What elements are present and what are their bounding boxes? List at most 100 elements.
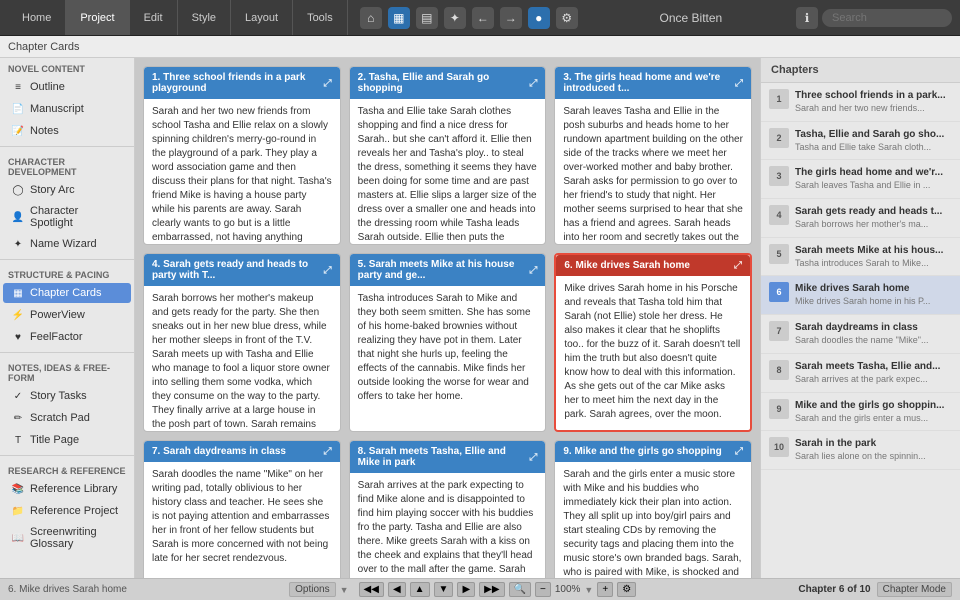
sidebar-item-chapter-cards[interactable]: ▦ Chapter Cards: [3, 283, 131, 303]
forward-icon-btn[interactable]: →: [500, 7, 522, 29]
chapter-item-3[interactable]: 3 The girls head home and we'r... Sarah …: [761, 160, 960, 199]
chapter-num-9: 9: [769, 399, 789, 419]
feelfactor-icon: ♥: [11, 330, 25, 344]
card-7[interactable]: 7. Sarah daydreams in class ⤢ Sarah dood…: [143, 440, 341, 578]
card-1[interactable]: 1. Three school friends in a park playgr…: [143, 66, 341, 245]
options-button[interactable]: Options: [289, 582, 335, 597]
card-3[interactable]: 3. The girls head home and we're introdu…: [554, 66, 752, 245]
chapter-title-8: Sarah meets Tasha, Ellie and...: [795, 360, 952, 373]
tab-layout[interactable]: Layout: [231, 0, 293, 35]
sidebar-item-reference-project[interactable]: 📁 Reference Project: [3, 501, 131, 521]
chapter-item-7[interactable]: 7 Sarah daydreams in class Sarah doodles…: [761, 315, 960, 354]
sidebar-item-feelfactor[interactable]: ♥ FeelFactor: [3, 327, 131, 347]
nav-next-chapter[interactable]: ▶: [457, 582, 475, 597]
app-title: Once Bitten: [590, 11, 792, 25]
sidebar-item-scratch-pad[interactable]: ✏ Scratch Pad: [3, 408, 131, 428]
card-5[interactable]: 5. Sarah meets Mike at his house party a…: [349, 253, 547, 432]
toolbar-icons: ⌂ ▦ ▤ ✦ ← → ● ⚙: [352, 7, 586, 29]
chapter-item-2[interactable]: 2 Tasha, Ellie and Sarah go sho... Tasha…: [761, 122, 960, 161]
tab-home[interactable]: Home: [8, 0, 66, 35]
chapter-text-4: Sarah gets ready and heads t... Sarah bo…: [795, 205, 952, 231]
chapter-text-7: Sarah daydreams in class Sarah doodles t…: [795, 321, 952, 347]
card-body-6: Mike drives Sarah home in his Porsche an…: [556, 276, 750, 421]
card-expand-icon-6[interactable]: ⤢: [734, 260, 742, 271]
chapter-item-4[interactable]: 4 Sarah gets ready and heads t... Sarah …: [761, 199, 960, 238]
card-8[interactable]: 8. Sarah meets Tasha, Ellie and Mike in …: [349, 440, 547, 578]
zoom-in[interactable]: +: [597, 582, 613, 597]
card-header-7: 7. Sarah daydreams in class ⤢: [144, 441, 340, 462]
sidebar-item-story-arc[interactable]: ◯ Story Arc: [3, 180, 131, 200]
settings-btn[interactable]: ⚙: [617, 582, 636, 597]
nav-first[interactable]: ◀◀: [359, 582, 384, 597]
sidebar-item-name-wizard[interactable]: ✦ Name Wizard: [3, 234, 131, 254]
card-9[interactable]: 9. Mike and the girls go shopping ⤢ Sara…: [554, 440, 752, 578]
card-header-8: 8. Sarah meets Tasha, Ellie and Mike in …: [350, 441, 546, 473]
card-expand-icon-7[interactable]: ⤢: [324, 446, 332, 457]
sidebar-item-title-page[interactable]: T Title Page: [3, 430, 131, 450]
card-expand-icon-1[interactable]: ⤢: [324, 78, 332, 89]
chapter-item-1[interactable]: 1 Three school friends in a park... Sara…: [761, 83, 960, 122]
section-notes: NOTES, IDEAS & FREE-FORM: [0, 357, 134, 385]
sidebar-item-screenwriting-glossary[interactable]: 📖 Screenwriting Glossary: [3, 523, 131, 553]
tab-tools[interactable]: Tools: [293, 0, 348, 35]
doc-icon-btn[interactable]: ▤: [416, 7, 438, 29]
sidebar-item-powerview[interactable]: ⚡ PowerView: [3, 305, 131, 325]
chapter-num-7: 7: [769, 321, 789, 341]
sidebar-label-scratch-pad: Scratch Pad: [30, 412, 90, 424]
nav-up[interactable]: ▲: [410, 582, 430, 597]
star-icon-btn[interactable]: ✦: [444, 7, 466, 29]
sidebar-label-character-spotlight: Character Spotlight: [30, 205, 123, 229]
sidebar-item-notes[interactable]: 📝 Notes: [3, 121, 131, 141]
card-2[interactable]: 2. Tasha, Ellie and Sarah go shopping ⤢ …: [349, 66, 547, 245]
chapter-subtitle-8: Sarah arrives at the park expec...: [795, 374, 952, 386]
card-6[interactable]: 6. Mike drives Sarah home ⤢ Mike drives …: [554, 253, 752, 432]
sidebar-item-manuscript[interactable]: 📄 Manuscript: [3, 99, 131, 119]
back-icon-btn[interactable]: ←: [472, 7, 494, 29]
chapter-num-3: 3: [769, 166, 789, 186]
card-4[interactable]: 4. Sarah gets ready and heads to party w…: [143, 253, 341, 432]
cards-area: 1. Three school friends in a park playgr…: [135, 58, 760, 578]
info-icon-btn[interactable]: ℹ: [796, 7, 818, 29]
card-expand-icon-8[interactable]: ⤢: [529, 452, 537, 463]
grid-icon-btn[interactable]: ▦: [388, 7, 410, 29]
menu-tabs: Home Project Edit Style Layout Tools: [8, 0, 348, 35]
chapter-item-6[interactable]: 6 Mike drives Sarah home Mike drives Sar…: [761, 276, 960, 315]
nav-prev-chapter[interactable]: ◀: [388, 582, 406, 597]
home-icon-btn[interactable]: ⌂: [360, 7, 382, 29]
section-novel-content: NOVEL CONTENT: [0, 58, 134, 76]
chapter-text-6: Mike drives Sarah home Mike drives Sarah…: [795, 282, 952, 308]
card-expand-icon-3[interactable]: ⤢: [735, 78, 743, 89]
tab-style[interactable]: Style: [178, 0, 231, 35]
search-input[interactable]: [822, 9, 952, 27]
chapter-text-3: The girls head home and we'r... Sarah le…: [795, 166, 952, 192]
nav-last[interactable]: ▶▶: [479, 582, 504, 597]
card-expand-icon-4[interactable]: ⤢: [324, 265, 332, 276]
chapter-item-10[interactable]: 10 Sarah in the park Sarah lies alone on…: [761, 431, 960, 470]
chapter-title-7: Sarah daydreams in class: [795, 321, 952, 334]
sidebar-item-character-spotlight[interactable]: 👤 Character Spotlight: [3, 202, 131, 232]
gear-icon-btn[interactable]: ⚙: [556, 7, 578, 29]
chapter-mode-button[interactable]: Chapter Mode: [877, 582, 952, 597]
chapter-item-8[interactable]: 8 Sarah meets Tasha, Ellie and... Sarah …: [761, 354, 960, 393]
reference-project-icon: 📁: [11, 504, 25, 518]
sidebar-item-reference-library[interactable]: 📚 Reference Library: [3, 479, 131, 499]
chapter-num-2: 2: [769, 128, 789, 148]
chapters-panel: Chapters 1 Three school friends in a par…: [760, 58, 960, 578]
sidebar-item-story-tasks[interactable]: ✓ Story Tasks: [3, 386, 131, 406]
chapter-item-5[interactable]: 5 Sarah meets Mike at his hous... Tasha …: [761, 238, 960, 277]
card-expand-icon-2[interactable]: ⤢: [529, 78, 537, 89]
zoom-out[interactable]: −: [535, 582, 551, 597]
tab-edit[interactable]: Edit: [130, 0, 178, 35]
section-character-dev: CHARACTER DEVELOPMENT: [0, 151, 134, 179]
chapter-info: Chapter 6 of 10: [798, 584, 870, 595]
card-expand-icon-9[interactable]: ⤢: [735, 446, 743, 457]
card-expand-icon-5[interactable]: ⤢: [529, 265, 537, 276]
tab-project[interactable]: Project: [66, 0, 129, 35]
circle-icon-btn[interactable]: ●: [528, 7, 550, 29]
card-number-9: 9. Mike and the girls go shopping: [563, 446, 721, 457]
sidebar-item-outline[interactable]: ≡ Outline: [3, 77, 131, 97]
nav-down[interactable]: ▼: [434, 582, 454, 597]
nav-search[interactable]: 🔍: [509, 582, 531, 597]
chapter-item-9[interactable]: 9 Mike and the girls go shoppin... Sarah…: [761, 393, 960, 432]
card-number-6: 6. Mike drives Sarah home: [564, 260, 690, 271]
